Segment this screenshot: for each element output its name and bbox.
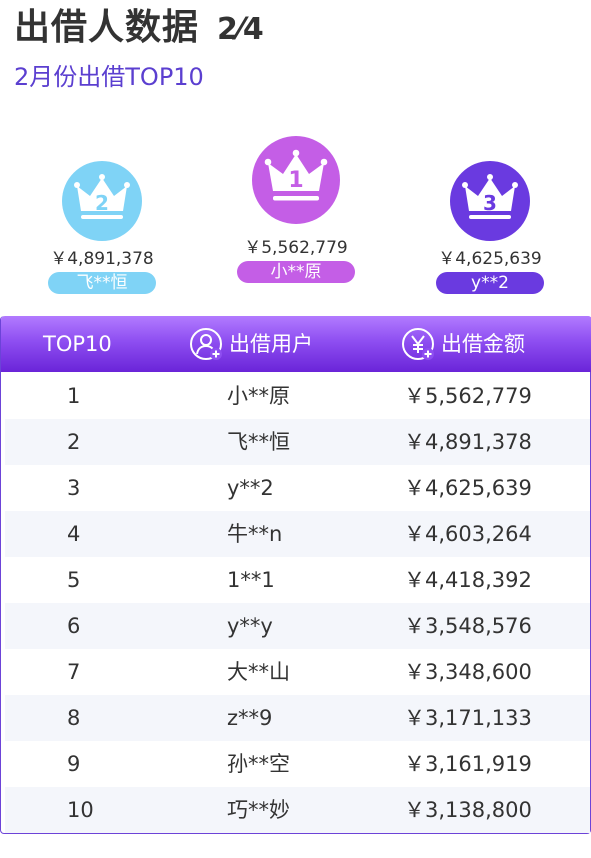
row-amount: ￥4,625,639 (404, 476, 532, 500)
row-amount: ￥4,418,392 (404, 568, 532, 592)
row-amount: ￥4,603,264 (404, 522, 532, 546)
row-user: 飞**恒 (227, 430, 290, 454)
table-row: 5 1**1 ￥4,418,392 (5, 557, 590, 603)
table-row: 1 小**原 ￥5,562,779 (5, 373, 590, 419)
row-rank: 1 (67, 384, 81, 408)
rank-number: 1 (288, 168, 304, 193)
title-text: 出借人数据 (14, 7, 200, 48)
row-user: z**9 (227, 706, 273, 730)
row-user: 巧**妙 (227, 798, 290, 822)
row-rank: 6 (67, 614, 81, 638)
row-amount: ￥3,138,800 (404, 798, 532, 822)
row-amount: ￥3,161,919 (404, 752, 532, 776)
table-row: 6 y**y ￥3,548,576 (5, 603, 590, 649)
yen-add-icon (402, 328, 434, 360)
user-add-icon (190, 328, 222, 360)
row-amount: ￥5,562,779 (404, 384, 532, 408)
page-indicator: 2⁄4 (217, 12, 264, 47)
rank-badge-1: 1 (252, 136, 340, 224)
row-rank: 5 (67, 568, 81, 592)
podium-username: 小**原 (237, 261, 355, 283)
podium-username: y**2 (436, 272, 544, 294)
table-row: 10 巧**妙 ￥3,138,800 (5, 787, 590, 833)
row-user: 1**1 (227, 568, 275, 592)
podium-third: 3 ￥4,625,639 y**2 (435, 161, 545, 294)
page-title: 出借人数据 2⁄4 (14, 2, 264, 50)
row-user: 小**原 (227, 384, 290, 408)
podium-second: 2 ￥4,891,378 飞**恒 (47, 161, 157, 294)
row-user: y**2 (227, 476, 274, 500)
subtitle: 2月份出借TOP10 (14, 63, 204, 91)
row-user: 大**山 (227, 660, 290, 684)
column-header-user-label: 出借用户 (229, 332, 313, 356)
table-row: 7 大**山 ￥3,348,600 (5, 649, 590, 695)
table-row: 2 飞**恒 ￥4,891,378 (5, 419, 590, 465)
rank-number: 2 (95, 191, 109, 215)
column-header-rank: TOP10 (43, 332, 112, 356)
table-header: TOP10 出借用户 出借金额 (1, 316, 591, 372)
row-amount: ￥3,548,576 (404, 614, 532, 638)
podium-username: 飞**恒 (48, 272, 156, 294)
row-user: 孙**空 (227, 752, 290, 776)
table-row: 4 牛**n ￥4,603,264 (5, 511, 590, 557)
row-rank: 4 (67, 522, 81, 546)
row-rank: 8 (67, 706, 81, 730)
row-amount: ￥3,348,600 (404, 660, 532, 684)
row-amount: ￥3,171,133 (404, 706, 532, 730)
rank-badge-2: 2 (62, 161, 142, 241)
column-header-amount: 出借金额 (401, 316, 525, 372)
rank-badge-3: 3 (450, 161, 530, 241)
table-row: 9 孙**空 ￥3,161,919 (5, 741, 590, 787)
podium-first: 1 ￥5,562,779 小**原 (236, 136, 356, 283)
column-header-amount-label: 出借金额 (441, 332, 525, 356)
row-rank: 9 (67, 752, 81, 776)
row-user: 牛**n (227, 522, 283, 546)
podium-amount: ￥4,625,639 (438, 249, 542, 269)
row-amount: ￥4,891,378 (404, 430, 532, 454)
rank-number: 3 (483, 191, 497, 215)
table-row: 3 y**2 ￥4,625,639 (5, 465, 590, 511)
ranking-table: TOP10 出借用户 出借金额 1 小**原 ￥5,562,779 2 飞**恒… (0, 316, 591, 834)
row-rank: 3 (67, 476, 81, 500)
table-row: 8 z**9 ￥3,171,133 (5, 695, 590, 741)
podium-amount: ￥5,562,779 (244, 238, 348, 258)
row-user: y**y (227, 614, 273, 638)
column-header-user: 出借用户 (189, 316, 313, 372)
row-rank: 10 (67, 798, 94, 822)
row-rank: 2 (67, 430, 81, 454)
podium-amount: ￥4,891,378 (50, 249, 154, 269)
row-rank: 7 (67, 660, 81, 684)
